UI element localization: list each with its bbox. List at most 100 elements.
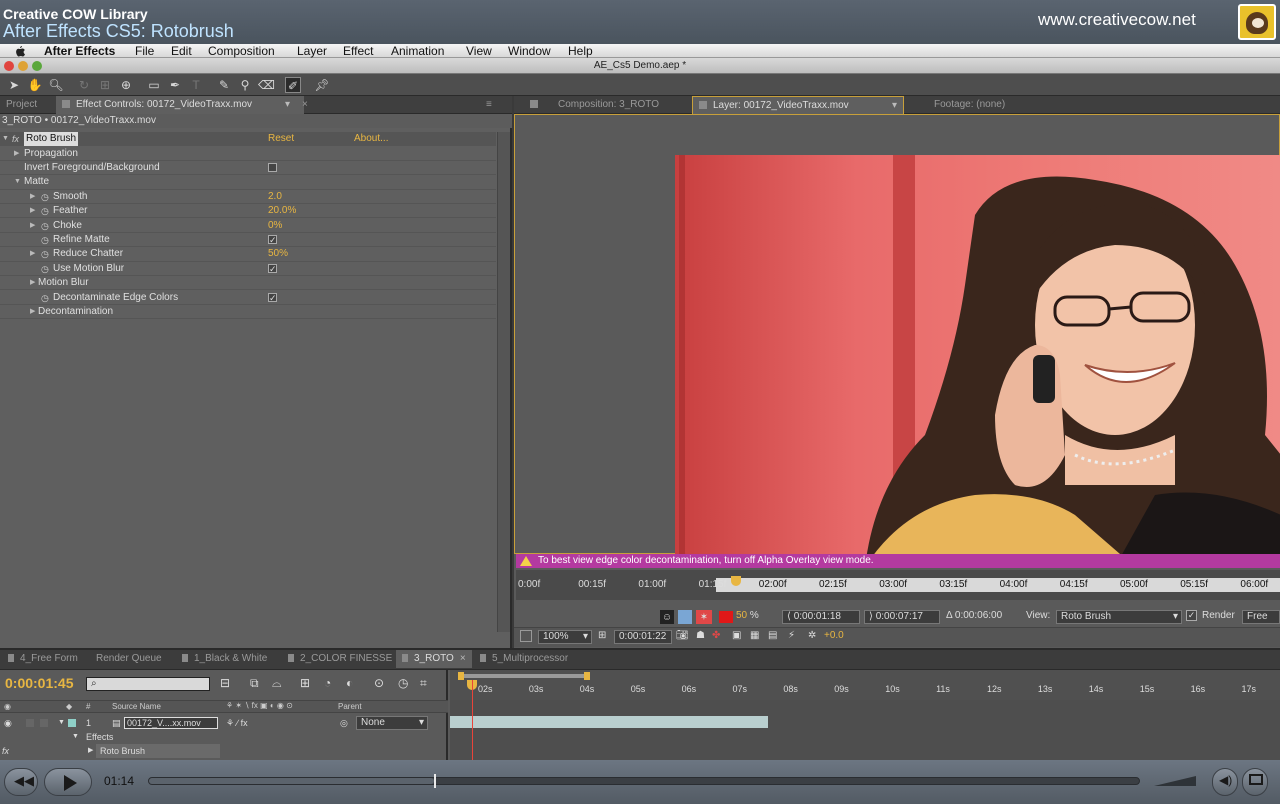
about-link[interactable]: About... <box>354 132 388 146</box>
layer-label-color[interactable] <box>68 719 76 727</box>
reset-exposure-icon[interactable]: ✲ <box>808 628 816 644</box>
tab-3-roto[interactable]: 3_ROTO × <box>396 650 472 668</box>
menu-edit[interactable]: Edit <box>171 44 192 58</box>
viewer-canvas[interactable] <box>514 114 1280 567</box>
menu-effect[interactable]: Effect <box>343 44 373 58</box>
grip-icon[interactable] <box>182 654 188 663</box>
graph-editor-icon[interactable]: ⊙ <box>374 676 384 690</box>
freeze-button[interactable]: Free <box>1242 610 1280 624</box>
feather-value[interactable]: 20.0% <box>268 204 296 218</box>
pan-behind-tool-icon[interactable]: ⊕ <box>118 77 134 93</box>
person-icon[interactable]: ☺ <box>660 610 674 624</box>
timeline-graph-area[interactable]: 02s 03s 04s 05s 06s 07s 08s 09s 10s 11s 12s 13s 14s 1… <box>450 670 1280 762</box>
menu-view[interactable]: View <box>466 44 492 58</box>
prop-row-refine-matte[interactable]: ◷ Refine Matte ✓ <box>0 233 496 248</box>
tab-layer[interactable]: Layer: 00172_VideoTraxx.mov ▾ <box>692 96 904 114</box>
tab-project[interactable]: Project <box>0 96 43 114</box>
parent-select[interactable]: None ▾ <box>356 716 428 730</box>
layer-duration-bar[interactable] <box>450 716 768 728</box>
volume-button[interactable]: ◀) <box>1212 768 1238 796</box>
rewind-button[interactable]: ◀◀ <box>4 768 38 796</box>
collapse-triangle-icon[interactable]: ▶ <box>30 247 35 261</box>
layer-row-1[interactable]: ◉ ▼ 1 ▤ 00172_V....xx.mov ⚘ ∕ fx ◎ None ▾ <box>0 716 448 730</box>
type-tool-icon[interactable]: T <box>188 77 204 93</box>
zoom-select[interactable]: 100% ▾ <box>538 630 592 644</box>
tab-color-finesse[interactable]: 2_COLOR FINESSE <box>282 650 398 668</box>
prop-row-decontaminate[interactable]: ◷ Decontaminate Edge Colors ✓ <box>0 291 496 305</box>
tab-menu-icon[interactable]: ▾ <box>892 97 897 115</box>
tab-free-form[interactable]: 4_Free Form <box>2 650 84 668</box>
comp-mini-flowchart-icon[interactable]: ⊟ <box>220 676 230 690</box>
overlay-percent[interactable]: 50 % <box>736 608 759 624</box>
fast-preview-icon[interactable]: ⚡︎ <box>788 628 795 644</box>
stopwatch-icon[interactable]: ◷ <box>41 262 49 276</box>
grip-icon[interactable] <box>480 654 486 663</box>
fx-icon[interactable]: fx <box>2 744 9 758</box>
tab-menu-icon[interactable]: ▾ <box>285 96 290 114</box>
collapse-triangle-icon[interactable]: ▶ <box>30 190 35 204</box>
timeline-time-ruler[interactable]: 02s 03s 04s 05s 06s 07s 08s 09s 10s 11s 12s 13s 14s 1… <box>450 670 1280 700</box>
expand-triangle-icon[interactable]: ▼ <box>2 132 9 146</box>
solo-toggle[interactable] <box>26 719 34 727</box>
timeline-timecode[interactable]: 0:00:01:45 <box>5 675 74 691</box>
grid-icon[interactable]: ⊞ <box>598 628 606 644</box>
choke-value[interactable]: 0% <box>268 219 282 233</box>
tab-footage[interactable]: Footage: (none) <box>926 96 1011 114</box>
fullscreen-button[interactable] <box>1242 768 1268 796</box>
layer-time-ruler[interactable]: 0:00f 00:15f 01:00f 01:15f 02:00f 02:15f 03:00… <box>516 570 1280 600</box>
frame-blend-icon[interactable]: ⊞ <box>300 676 310 690</box>
out-point-field[interactable]: ⟩ 0:00:07:17 <box>864 610 940 624</box>
prop-row-reduce-chatter[interactable]: ▶ ◷ Reduce Chatter 50% <box>0 247 496 262</box>
apple-icon[interactable] <box>14 45 26 57</box>
eraser-tool-icon[interactable]: ⌫ <box>258 77 275 93</box>
effect-row-roto-brush[interactable]: ▼ fx Roto Brush Reset About... <box>0 132 496 147</box>
collapse-triangle-icon[interactable]: ▶ <box>30 276 35 290</box>
timeline-search-input[interactable]: ⌕ <box>86 677 210 691</box>
hand-tool-icon[interactable]: ✋ <box>27 77 43 93</box>
roto-brush-row[interactable]: fx ▶ Roto Brush <box>0 744 448 758</box>
menu-file[interactable]: File <box>135 44 154 58</box>
invert-checkbox[interactable] <box>268 162 277 172</box>
menu-help[interactable]: Help <box>568 44 593 58</box>
channel-icon[interactable]: ✤ <box>712 628 720 644</box>
volume-slider[interactable] <box>1154 774 1198 788</box>
progress-scrubber[interactable] <box>434 774 437 788</box>
prop-row-smooth[interactable]: ▶ ◷ Smooth 2.0 <box>0 190 496 205</box>
stopwatch-icon[interactable]: ◷ <box>41 291 49 305</box>
alpha-icon[interactable] <box>678 610 692 624</box>
menu-composition[interactable]: Composition <box>208 44 275 58</box>
grip-icon[interactable] <box>402 654 408 663</box>
collapse-triangle-icon[interactable]: ▶ <box>30 305 35 319</box>
pen-tool-icon[interactable]: ✒ <box>167 77 183 93</box>
render-checkbox[interactable]: ✓ <box>1186 610 1197 621</box>
brainstorm-icon[interactable]: ◐ <box>346 676 353 690</box>
menu-layer[interactable]: Layer <box>297 44 327 58</box>
footage-frame[interactable] <box>675 155 1280 567</box>
playhead-marker-icon[interactable] <box>731 576 741 586</box>
playhead-line[interactable] <box>472 680 473 762</box>
view-select[interactable]: Roto Brush ▾ <box>1056 610 1182 624</box>
alpha-overlay-icon[interactable] <box>719 611 733 623</box>
grip-icon[interactable] <box>62 100 70 109</box>
prop-row-choke[interactable]: ▶ ◷ Choke 0% <box>0 219 496 233</box>
alpha-boundary-icon[interactable]: ✶ <box>696 610 712 624</box>
play-button[interactable] <box>44 768 92 796</box>
puppet-pin-tool-icon[interactable]: 📌︎ <box>314 77 330 93</box>
switch-icons[interactable]: ⚘ ∕ fx <box>226 716 248 730</box>
collapse-triangle-icon[interactable]: ▶ <box>88 744 93 758</box>
stopwatch-icon[interactable]: ◷ <box>41 247 49 261</box>
roto-brush-effect-label[interactable]: Roto Brush <box>96 744 220 758</box>
expand-triangle-icon[interactable]: ▼ <box>72 730 79 744</box>
close-tab-icon[interactable]: × <box>460 653 466 664</box>
collapse-triangle-icon[interactable]: ▶ <box>30 219 35 233</box>
stopwatch-icon[interactable]: ◷ <box>41 190 49 204</box>
decontaminate-checkbox[interactable]: ✓ <box>268 292 277 302</box>
clone-stamp-tool-icon[interactable]: ⚲ <box>237 77 253 93</box>
lock-toggle[interactable] <box>40 719 48 727</box>
close-tab-icon[interactable]: × <box>296 96 314 114</box>
region-of-interest-icon[interactable]: ▣ <box>732 628 741 644</box>
pixel-aspect-icon[interactable]: ▤ <box>768 628 777 644</box>
tab-effect-controls[interactable]: Effect Controls: 00172_VideoTraxx.mov ▾ <box>56 96 304 114</box>
shy-icon[interactable]: ⌓ <box>272 676 282 691</box>
fx-icon[interactable]: fx <box>12 132 19 146</box>
